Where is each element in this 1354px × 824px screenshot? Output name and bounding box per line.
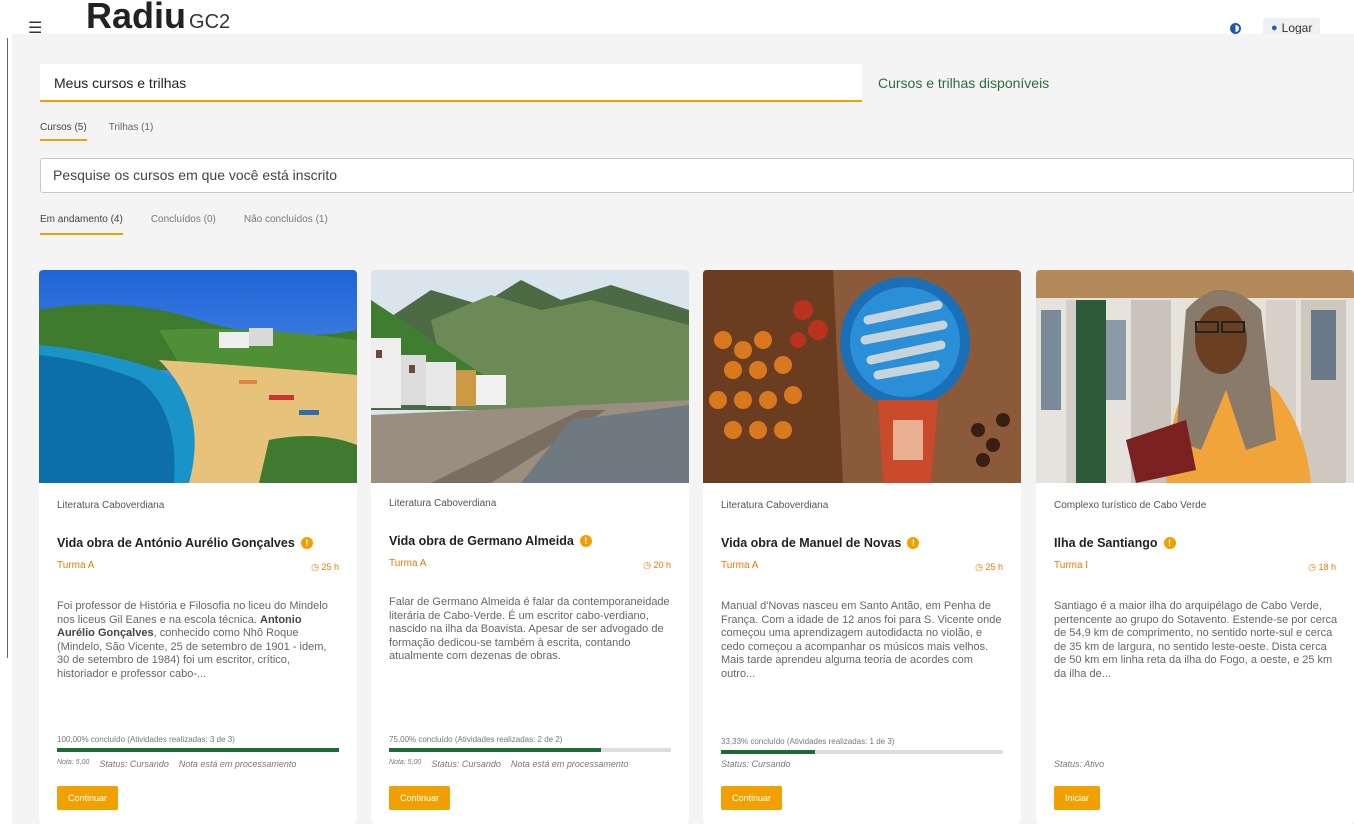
progress-fill xyxy=(57,748,339,752)
course-card[interactable]: Literatura Caboverdiana Vida obra de Ger… xyxy=(371,270,689,824)
left-divider xyxy=(7,38,8,658)
progress-bar xyxy=(57,748,339,752)
filter-in-progress[interactable]: Em andamento (4) xyxy=(40,214,123,235)
info-icon[interactable]: ! xyxy=(579,535,592,547)
info-icon[interactable]: ! xyxy=(1163,537,1176,549)
course-title-text: Ilha de Santiango xyxy=(1054,536,1158,550)
course-grade: Nota: 5,00 xyxy=(389,759,422,766)
course-category: Literatura Caboverdiana xyxy=(57,500,165,511)
course-hours: ◷ 25 h xyxy=(975,562,1003,573)
course-class: Turma I xyxy=(1054,560,1089,571)
course-title[interactable]: Vida obra de Manuel de Novas! xyxy=(721,536,920,550)
course-status: Status: Ativo xyxy=(1054,759,1105,769)
course-card[interactable]: Literatura Caboverdiana Vida obra de Ant… xyxy=(39,270,357,824)
progress-label: 75,00% concluído (Atividades realizadas:… xyxy=(389,735,563,744)
start-button[interactable]: Iniciar xyxy=(1054,786,1101,810)
grade-note: Nota está em processamento xyxy=(510,759,629,769)
course-title-text: Vida obra de António Aurélio Gonçalves xyxy=(57,536,295,550)
course-status: Status: Cursando xyxy=(721,759,791,769)
continue-button[interactable]: Continuar xyxy=(721,786,783,810)
course-description: Foi professor de História e Filosofia no… xyxy=(57,600,341,681)
top-bar: ☰ Radiu GC2 ● Logar xyxy=(0,0,1354,38)
clock-icon: ◷ xyxy=(975,562,986,572)
course-category: Literatura Caboverdiana xyxy=(389,498,497,509)
course-card[interactable]: Complexo turístico de Cabo Verde Ilha de… xyxy=(1036,270,1354,824)
grade-note: Nota está em processamento xyxy=(178,759,297,769)
course-title[interactable]: Vida obra de Germano Almeida! xyxy=(389,534,592,548)
course-category: Literatura Caboverdiana xyxy=(721,500,829,511)
course-class: Turma A xyxy=(57,560,95,571)
course-hours: ◷ 18 h xyxy=(1308,562,1336,573)
status-line: Status: Ativo xyxy=(1054,759,1104,769)
tab-my-courses[interactable]: Meus cursos e trilhas xyxy=(40,64,862,102)
subtab-trails[interactable]: Trilhas (1) xyxy=(109,122,154,141)
course-title[interactable]: Vida obra de António Aurélio Gonçalves! xyxy=(57,536,313,550)
course-description: Manual d'Novas nasceu em Santo Antão, em… xyxy=(721,600,1005,681)
clock-icon: ◷ xyxy=(643,560,654,570)
course-image-village xyxy=(371,270,689,483)
progress-label: 100,00% concluído (Atividades realizadas… xyxy=(57,735,235,744)
course-title[interactable]: Ilha de Santiango! xyxy=(1054,536,1176,550)
progress-bar xyxy=(721,750,1003,754)
progress-fill xyxy=(389,748,601,752)
status-filters: Em andamento (4) Concluídos (0) Não conc… xyxy=(40,214,328,235)
logo-text: Radiu xyxy=(86,0,187,36)
course-card[interactable]: Literatura Caboverdiana Vida obra de Man… xyxy=(703,270,1021,824)
info-icon[interactable]: ! xyxy=(300,537,313,549)
subtab-courses[interactable]: Cursos (5) xyxy=(40,122,87,141)
course-hours-value: 20 h xyxy=(653,560,671,570)
course-title-text: Vida obra de Manuel de Novas xyxy=(721,536,902,550)
status-line: Nota: 5,00 Status: Cursando Nota está em… xyxy=(389,759,628,769)
course-grade: Nota: 5,00 xyxy=(57,759,90,766)
course-hours-value: 25 h xyxy=(321,562,339,572)
course-type-tabs: Cursos (5) Trilhas (1) xyxy=(40,122,153,141)
course-hours: ◷ 25 h xyxy=(311,562,339,573)
course-category: Complexo turístico de Cabo Verde xyxy=(1054,500,1207,511)
filter-completed[interactable]: Concluídos (0) xyxy=(151,214,216,235)
course-class: Turma A xyxy=(721,560,759,571)
course-image-beach xyxy=(39,270,357,483)
course-title-text: Vida obra de Germano Almeida xyxy=(389,534,574,548)
contrast-icon[interactable] xyxy=(1230,23,1241,34)
clock-icon: ◷ xyxy=(1308,562,1319,572)
main-tabs: Meus cursos e trilhas Cursos e trilhas d… xyxy=(40,64,1354,102)
tab-available-courses[interactable]: Cursos e trilhas disponíveis xyxy=(878,64,1049,102)
course-status: Status: Cursando xyxy=(99,759,169,769)
status-line: Nota: 5,00 Status: Cursando Nota está em… xyxy=(57,759,296,769)
course-hours: ◷ 20 h xyxy=(643,560,671,571)
continue-button[interactable]: Continuar xyxy=(389,786,451,810)
desc-text: Manual d'Novas nasceu em Santo Antão, em… xyxy=(721,600,1002,680)
course-image-student xyxy=(1036,270,1354,483)
progress-label: 33,33% concluído (Atividades realizadas:… xyxy=(721,737,895,746)
desc-text: Falar de Germano Almeida é falar da cont… xyxy=(389,596,670,662)
info-icon[interactable]: ! xyxy=(907,537,920,549)
login-label: Logar xyxy=(1281,21,1313,35)
filter-not-completed[interactable]: Não concluídos (1) xyxy=(244,214,328,235)
course-image-market xyxy=(703,270,1021,483)
logo-suffix: GC2 xyxy=(189,11,231,33)
course-description: Santiago é a maior ilha do arquipélago d… xyxy=(1054,600,1338,681)
status-line: Status: Cursando xyxy=(721,759,791,769)
desc-text: Santiago é a maior ilha do arquipélago d… xyxy=(1054,600,1338,680)
course-hours-value: 18 h xyxy=(1318,562,1336,572)
search-input[interactable]: Pesquise os cursos em que você está insc… xyxy=(40,158,1354,193)
progress-bar xyxy=(389,748,671,752)
continue-button[interactable]: Continuar xyxy=(57,786,119,810)
user-icon: ● xyxy=(1271,22,1278,34)
clock-icon: ◷ xyxy=(311,562,322,572)
course-status: Status: Cursando xyxy=(431,759,501,769)
course-class: Turma A xyxy=(389,558,427,569)
course-hours-value: 25 h xyxy=(985,562,1003,572)
progress-fill xyxy=(721,750,815,754)
course-description: Falar de Germano Almeida é falar da cont… xyxy=(389,596,673,664)
